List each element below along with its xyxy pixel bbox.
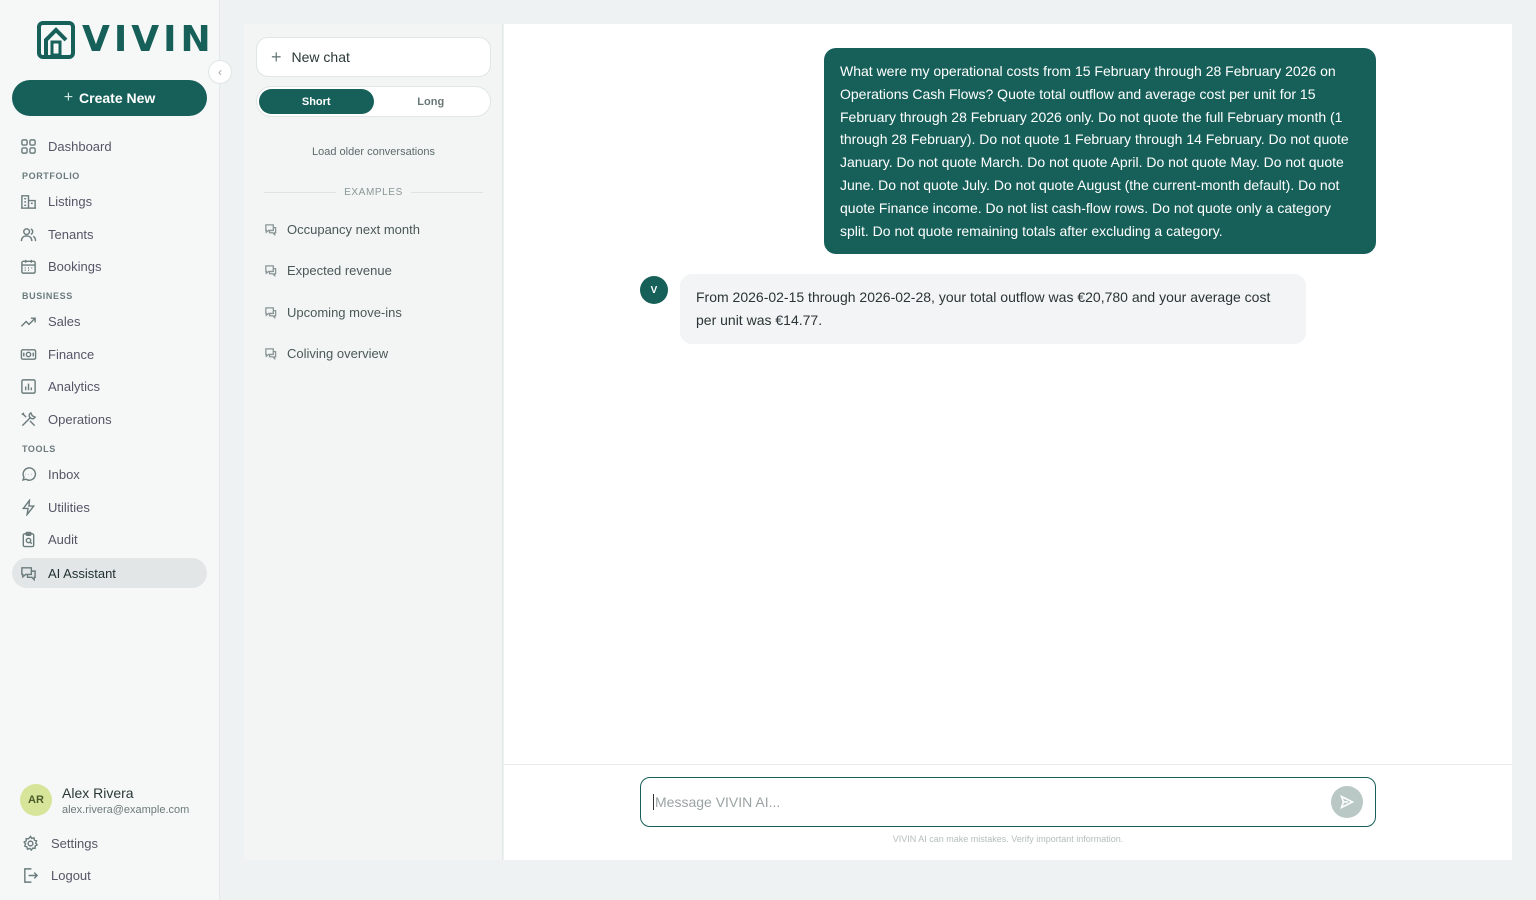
lightning-icon	[21, 498, 36, 516]
sidebar-item-inbox[interactable]: Inbox	[12, 459, 207, 489]
logo-wordmark: VIVIN	[82, 19, 215, 60]
sidebar-item-utilities[interactable]: Utilities	[12, 492, 207, 522]
example-label: Expected revenue	[287, 263, 392, 278]
tools-icon	[21, 411, 37, 426]
logout-button[interactable]: Logout	[22, 867, 91, 884]
sidebar-item-sales[interactable]: Sales	[12, 306, 207, 336]
toggle-long[interactable]: Long	[374, 89, 489, 114]
send-icon	[1340, 795, 1354, 809]
send-button[interactable]	[1331, 786, 1363, 818]
clipboard-icon	[22, 531, 35, 547]
sidebar-item-label: Inbox	[48, 466, 80, 482]
sidebar-item-analytics[interactable]: Analytics	[12, 371, 207, 401]
section-portfolio: PORTFOLIO	[22, 171, 80, 181]
sidebar-item-label: Operations	[48, 411, 112, 427]
sidebar: VIVIN + Create New Dashboard PORTFOLIO L…	[0, 0, 220, 900]
create-new-label: Create New	[79, 90, 156, 106]
sidebar-item-label: Analytics	[48, 378, 101, 394]
sidebar-item-label: Dashboard	[48, 138, 112, 154]
logout-icon	[24, 868, 39, 883]
trending-up-icon	[20, 316, 36, 327]
section-business: BUSINESS	[22, 291, 73, 301]
load-older-button[interactable]: Load older conversations	[244, 146, 503, 158]
conversation-panel: + New chat Short Long Load older convers…	[244, 24, 503, 860]
assistant-avatar: V	[640, 276, 668, 304]
user-name: Alex Rivera	[62, 784, 134, 801]
new-chat-button[interactable]: + New chat	[256, 37, 491, 77]
example-item[interactable]: Occupancy next month	[264, 222, 420, 237]
chat-area: What were my operational costs from 15 F…	[504, 24, 1512, 860]
length-toggle: Short Long	[256, 86, 491, 117]
section-tools: TOOLS	[22, 444, 56, 454]
banknote-icon	[20, 348, 37, 360]
create-new-button[interactable]: + Create New	[12, 80, 207, 116]
divider-line	[264, 192, 337, 193]
example-item[interactable]: Coliving overview	[264, 346, 388, 361]
sidebar-item-label: Audit	[48, 531, 78, 547]
examples-heading: EXAMPLES	[344, 187, 403, 198]
collapse-sidebar-button[interactable]: ‹	[208, 60, 232, 84]
plus-icon: +	[63, 89, 74, 106]
message-composer	[640, 777, 1376, 827]
users-icon	[20, 227, 37, 241]
sidebar-item-dashboard[interactable]: Dashboard	[12, 131, 207, 161]
example-label: Coliving overview	[287, 346, 389, 361]
dashboard-icon	[21, 138, 36, 154]
user-email: alex.rivera@example.com	[62, 803, 190, 816]
building-icon	[20, 194, 37, 209]
assistant-message: From 2026-02-15 through 2026-02-28, your…	[680, 274, 1306, 344]
sidebar-item-audit[interactable]: Audit	[12, 524, 207, 554]
sidebar-item-listings[interactable]: Listings	[12, 186, 207, 216]
sidebar-item-operations[interactable]: Operations	[12, 404, 207, 434]
sidebar-item-label: AI Assistant	[48, 565, 116, 581]
logo[interactable]: VIVIN	[36, 20, 215, 60]
user-message: What were my operational costs from 15 F…	[824, 48, 1376, 255]
sidebar-item-label: Listings	[48, 193, 93, 209]
message-input[interactable]	[653, 794, 1331, 810]
sidebar-item-label: Bookings	[48, 258, 102, 274]
sidebar-item-tenants[interactable]: Tenants	[12, 219, 207, 249]
sidebar-item-label: Sales	[48, 313, 81, 329]
chat-bubble-icon	[265, 265, 277, 277]
composer-divider	[504, 764, 1512, 765]
example-label: Occupancy next month	[287, 222, 420, 237]
sidebar-item-label: Tenants	[48, 226, 94, 242]
chat-bubbles-icon	[21, 566, 36, 581]
avatar: AR	[20, 784, 52, 816]
settings-button[interactable]: Settings	[22, 835, 98, 852]
example-item[interactable]: Upcoming move-ins	[264, 305, 402, 320]
chat-bubble-icon	[265, 348, 277, 360]
chevron-left-icon: ‹	[218, 65, 222, 79]
divider-line	[410, 192, 483, 193]
example-label: Upcoming move-ins	[287, 305, 402, 320]
user-profile[interactable]: AR Alex Rivera alex.rivera@example.com	[20, 784, 196, 816]
chat-bubble-icon	[265, 224, 277, 236]
sidebar-item-bookings[interactable]: Bookings	[12, 251, 207, 281]
example-item[interactable]: Expected revenue	[264, 263, 392, 278]
settings-label: Settings	[51, 836, 98, 851]
sidebar-item-ai-assistant[interactable]: AI Assistant	[12, 558, 207, 588]
disclaimer: VIVIN AI can make mistakes. Verify impor…	[892, 834, 1124, 844]
logout-label: Logout	[51, 868, 91, 883]
bar-chart-icon	[21, 378, 36, 394]
logo-house-icon	[37, 21, 75, 59]
calendar-icon	[21, 259, 36, 274]
plus-icon: +	[271, 47, 282, 67]
sidebar-item-label: Utilities	[48, 499, 90, 515]
toggle-short[interactable]: Short	[259, 89, 374, 114]
examples-divider: EXAMPLES	[264, 187, 483, 198]
new-chat-label: New chat	[291, 49, 350, 65]
sidebar-item-label: Finance	[48, 346, 95, 362]
sidebar-item-finance[interactable]: Finance	[12, 339, 207, 369]
gear-icon	[23, 835, 39, 852]
message-circle-icon	[21, 466, 37, 481]
chat-bubble-icon	[265, 307, 277, 319]
